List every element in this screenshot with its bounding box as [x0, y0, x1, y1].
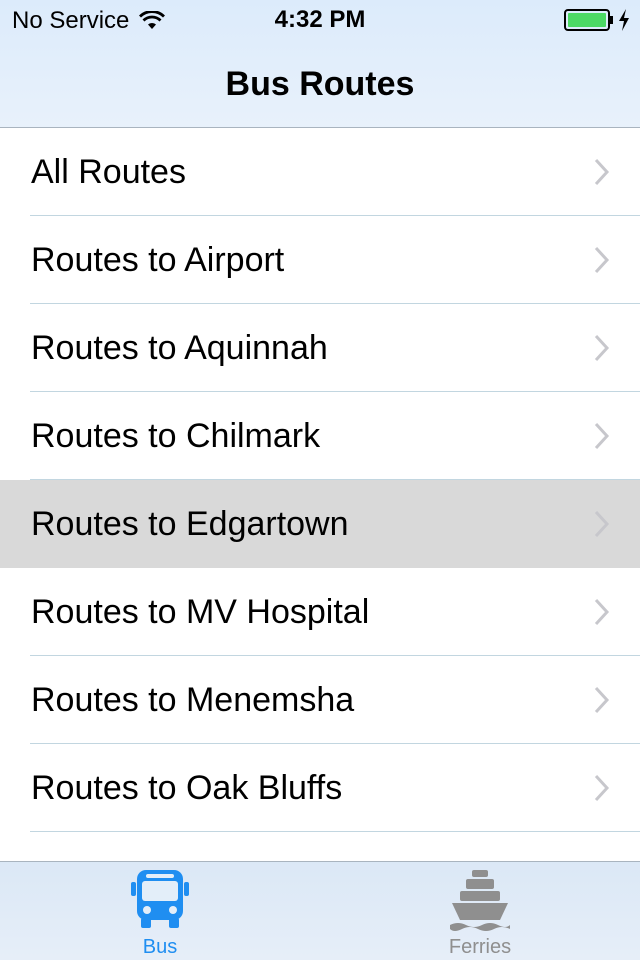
tab-bar: Bus Ferries	[0, 861, 640, 960]
chevron-right-icon	[594, 510, 610, 538]
screen: No Service 4:32 PM Bus Routes All Routes…	[0, 0, 640, 960]
status-time: 4:32 PM	[274, 6, 366, 33]
tab-ferries[interactable]: Ferries	[320, 862, 640, 960]
list-item-edgartown[interactable]: Routes to Edgartown	[0, 480, 640, 568]
list-item-mv-hospital[interactable]: Routes to MV Hospital	[0, 568, 640, 656]
list-item-label: All Routes	[31, 153, 186, 191]
list-item-airport[interactable]: Routes to Airport	[0, 216, 640, 304]
chevron-right-icon	[594, 334, 610, 362]
chevron-right-icon	[594, 598, 610, 626]
list-item-chilmark[interactable]: Routes to Chilmark	[0, 392, 640, 480]
bus-icon	[131, 870, 189, 928]
chevron-right-icon	[594, 422, 610, 450]
tab-ferries-label: Ferries	[448, 936, 512, 958]
status-bar: No Service 4:32 PM	[0, 0, 640, 40]
list-item-label: Routes to Airport	[31, 241, 285, 279]
list-item-partial[interactable]	[0, 832, 640, 861]
battery-icon	[564, 9, 613, 31]
list-item-label: Routes to Chilmark	[31, 417, 321, 455]
tab-bus-label: Bus	[142, 936, 178, 958]
navigation-bar: No Service 4:32 PM Bus Routes	[0, 0, 640, 128]
list-item-label: Routes to MV Hospital	[31, 593, 370, 631]
chevron-right-icon	[594, 158, 610, 186]
list-item-aquinnah[interactable]: Routes to Aquinnah	[0, 304, 640, 392]
chevron-right-icon	[594, 686, 610, 714]
list-item-oak-bluffs[interactable]: Routes to Oak Bluffs	[0, 744, 640, 832]
list-item-menemsha[interactable]: Routes to Menemsha	[0, 656, 640, 744]
routes-list[interactable]: All Routes Routes to Airport Routes to A…	[0, 128, 640, 861]
list-item-label: Routes to Oak Bluffs	[31, 769, 343, 807]
list-item-label: Routes to Aquinnah	[31, 329, 328, 367]
battery-group	[564, 9, 630, 31]
page-title: Bus Routes	[225, 65, 415, 103]
charging-bolt-icon	[619, 9, 629, 31]
tab-bus[interactable]: Bus	[0, 862, 320, 960]
chevron-right-icon	[594, 774, 610, 802]
chevron-right-icon	[594, 246, 610, 274]
list-item-all-routes[interactable]: All Routes	[0, 128, 640, 216]
list-item-label: Routes to Menemsha	[31, 681, 355, 719]
ferry-icon	[450, 870, 510, 931]
list-item-label: Routes to Edgartown	[31, 505, 349, 543]
